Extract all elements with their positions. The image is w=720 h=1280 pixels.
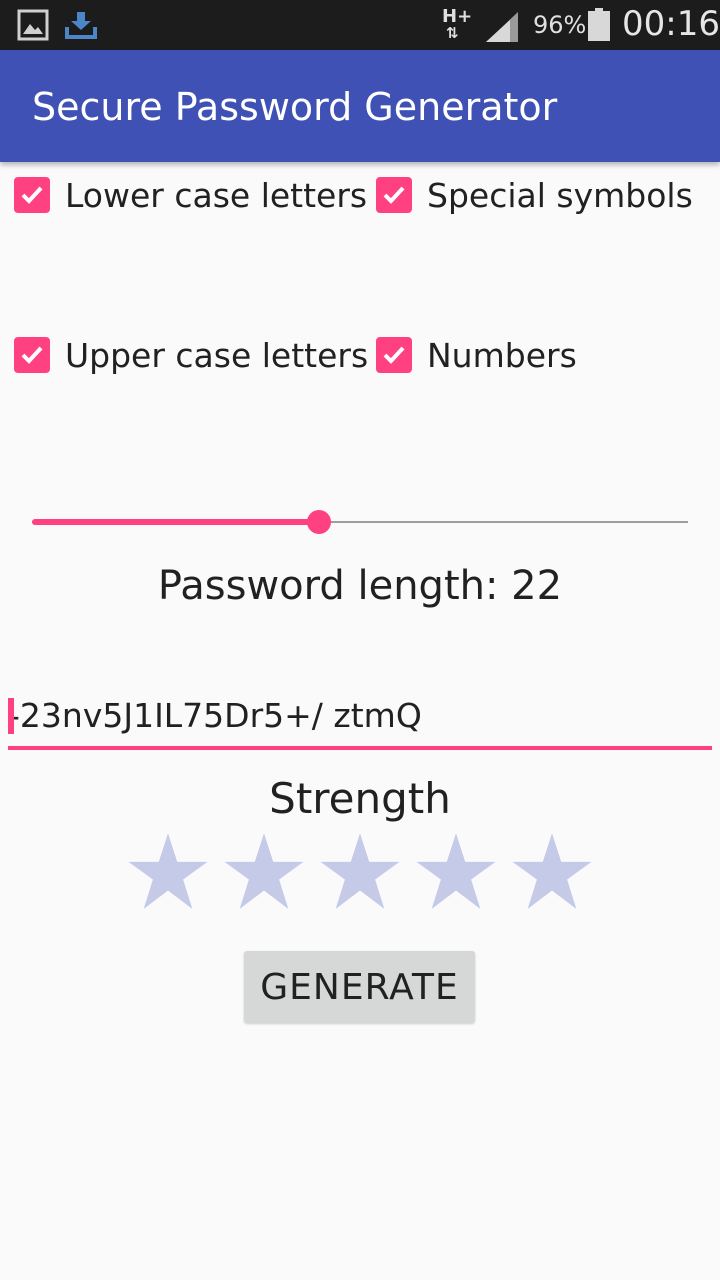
checkbox-checked-icon[interactable] xyxy=(376,177,412,213)
checkbox-checked-icon[interactable] xyxy=(14,337,50,373)
star-icon xyxy=(512,833,592,909)
slider-fill xyxy=(32,519,319,525)
star-icon xyxy=(224,833,304,909)
app-bar: Secure Password Generator xyxy=(0,50,720,162)
checkbox-checked-icon[interactable] xyxy=(14,177,50,213)
gallery-icon xyxy=(17,9,49,41)
download-icon xyxy=(65,12,97,39)
text-cursor xyxy=(8,698,14,734)
numbers-checkbox[interactable]: Numbers xyxy=(376,331,577,379)
signal-icon xyxy=(486,12,518,42)
special-symbols-label: Special symbols xyxy=(427,175,693,215)
password-length-label: Password length: 22 xyxy=(157,563,563,609)
numbers-label: Numbers xyxy=(427,335,577,375)
status-bar: H+ ⇅ 96% 00:16 xyxy=(0,0,720,50)
star-icon xyxy=(416,833,496,909)
slider-thumb[interactable] xyxy=(306,510,331,534)
length-slider[interactable] xyxy=(32,505,688,539)
checkbox-checked-icon[interactable] xyxy=(376,337,412,373)
generate-button[interactable]: GENERATE xyxy=(244,951,475,1023)
strength-label: Strength xyxy=(269,774,451,823)
strength-stars xyxy=(126,830,596,914)
star-icon xyxy=(128,833,208,909)
star-icon xyxy=(320,833,400,909)
password-value[interactable]: -23nv5J1IL75Dr5+/ ztmQ xyxy=(8,694,422,738)
lower-case-checkbox[interactable]: Lower case letters xyxy=(14,171,367,219)
upper-case-checkbox[interactable]: Upper case letters xyxy=(14,331,368,379)
special-symbols-checkbox[interactable]: Special symbols xyxy=(376,171,693,219)
lower-case-label: Lower case letters xyxy=(65,175,368,215)
clock: 00:16 xyxy=(622,4,720,44)
password-field[interactable]: -23nv5J1IL75Dr5+/ ztmQ xyxy=(8,690,712,752)
battery-icon xyxy=(588,8,610,41)
data-arrows-icon: ⇅ xyxy=(446,24,459,42)
battery-percent: 96% xyxy=(533,11,587,39)
field-underline xyxy=(8,746,712,750)
app-title: Secure Password Generator xyxy=(32,85,558,129)
screen: H+ ⇅ 96% 00:16 Secure Password Generator… xyxy=(0,0,720,1280)
network-type-icon: H+ ⇅ xyxy=(440,8,472,44)
upper-case-label: Upper case letters xyxy=(65,335,369,375)
